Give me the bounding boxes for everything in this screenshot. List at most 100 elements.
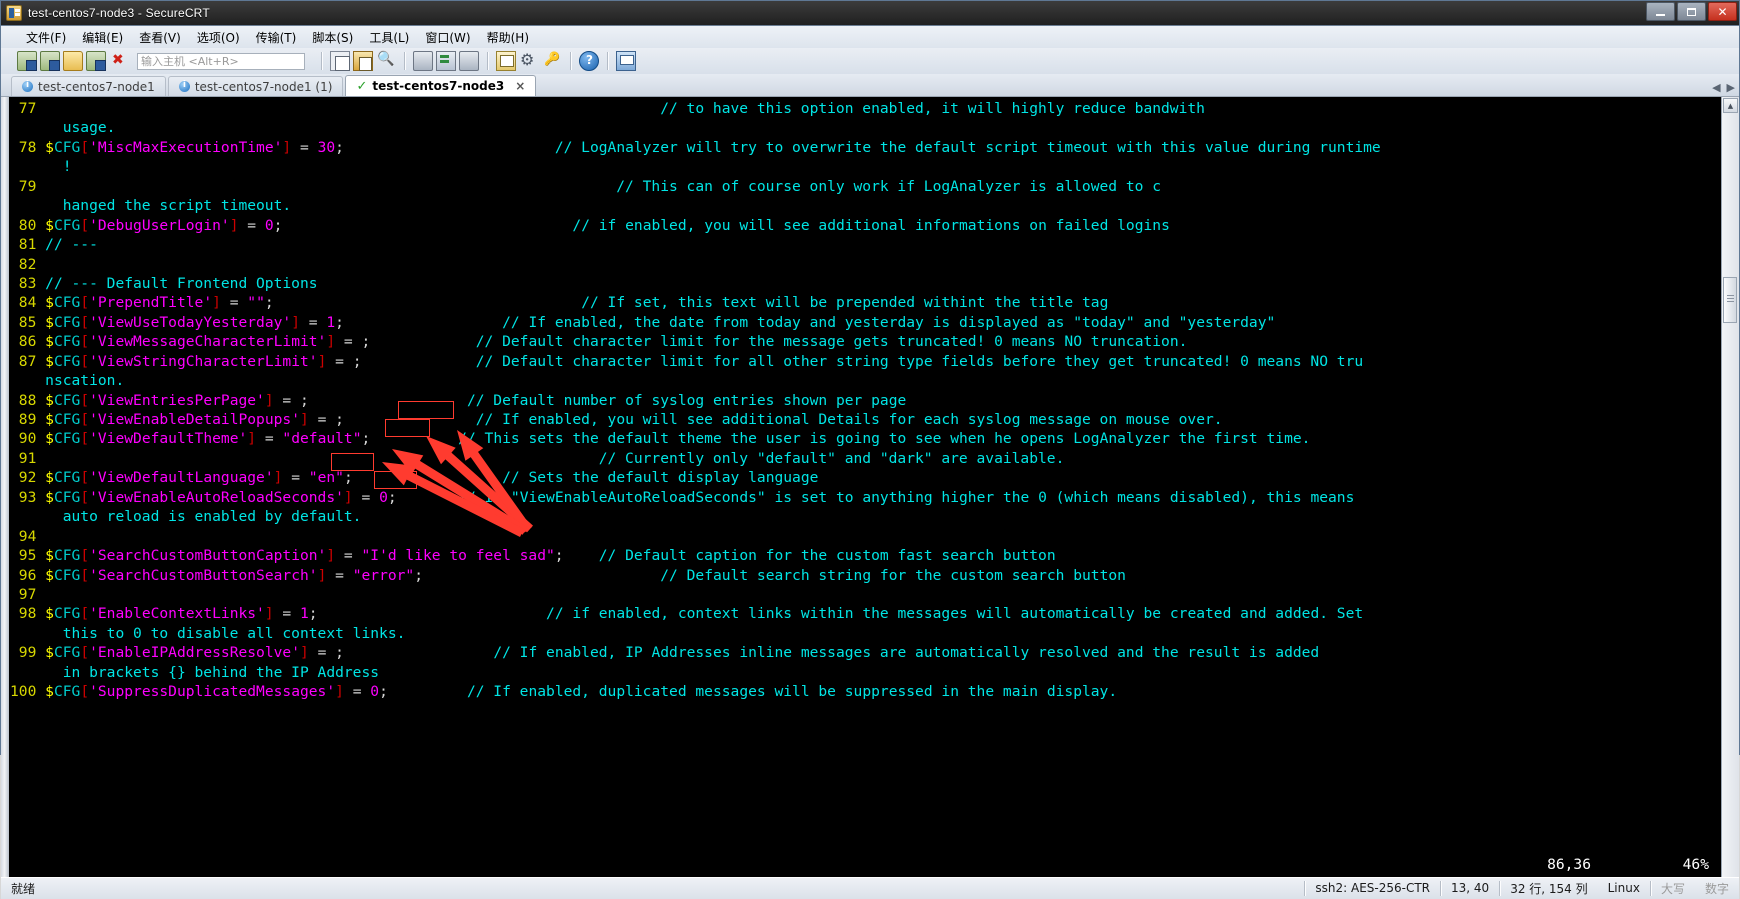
menu-item-edit[interactable]: 编辑(E): [75, 27, 130, 48]
scroll-up-arrow[interactable]: ▲: [1723, 98, 1738, 113]
tab-bar: test-centos7-node1 test-centos7-node1 (1…: [1, 74, 1739, 96]
line-number: 90: [10, 430, 46, 448]
tab-nav-right-icon[interactable]: ▶: [1727, 81, 1735, 94]
code-token: // If "ViewEnableAutoReloadSeconds" is s…: [458, 488, 1355, 506]
line-number: 82: [10, 255, 46, 273]
menu-item-help[interactable]: 帮助(H): [480, 27, 536, 48]
log-session-icon[interactable]: [436, 51, 456, 71]
chat-window-icon[interactable]: [616, 51, 636, 71]
status-platform: Linux: [1607, 881, 1640, 896]
global-options-icon[interactable]: [519, 50, 539, 71]
code-token: [: [80, 605, 90, 623]
menu-item-options[interactable]: 选项(O): [190, 27, 247, 48]
code-token: $: [45, 294, 54, 312]
line-number: 93: [10, 488, 46, 506]
tab-nav-left-icon[interactable]: ◀: [1712, 81, 1720, 94]
menu-item-window[interactable]: 窗口(W): [418, 27, 477, 48]
menu-bar: 文件(F) 编辑(E) 查看(V) 选项(O) 传输(T) 脚本(S) 工具(L…: [1, 26, 1739, 48]
code-token: [: [80, 547, 90, 565]
terminal-line: 85 $CFG['ViewUseTodayYesterday'] = 1; //…: [10, 313, 1721, 332]
new-session-icon[interactable]: [17, 51, 37, 71]
menu-item-tools[interactable]: 工具(L): [362, 27, 416, 48]
minimize-button[interactable]: [1646, 2, 1675, 21]
close-button[interactable]: ✕: [1708, 2, 1737, 21]
code-token: ]: [299, 644, 309, 662]
code-token: ;: [343, 469, 353, 487]
terminal-line: 84 $CFG['PrependTitle'] = ""; // If set,…: [10, 293, 1721, 312]
clone-session-icon[interactable]: [40, 51, 60, 71]
terminal-line: hanged the script timeout.: [10, 196, 1721, 215]
line-number-blank: [10, 508, 45, 525]
copy-icon[interactable]: [330, 51, 350, 71]
paste-icon[interactable]: [353, 51, 373, 71]
line-number: 95: [10, 547, 46, 565]
code-token: // Default character limit for all other…: [475, 352, 1364, 370]
menu-item-script[interactable]: 脚本(S): [305, 27, 360, 48]
new-tab-icon[interactable]: [63, 51, 83, 71]
code-token: ;: [352, 352, 362, 370]
terminal-line: in brackets {} behind the IP Address: [10, 663, 1721, 682]
code-token: // If enabled, you will see additional D…: [475, 411, 1223, 428]
code-token: CFG: [53, 430, 81, 448]
close-tab-icon[interactable]: ×: [515, 79, 525, 93]
code-token: ;: [361, 430, 371, 448]
code-token: "": [247, 294, 265, 312]
tab-test-centos7-node1-1[interactable]: test-centos7-node1 (1): [167, 76, 344, 96]
terminal-line: 88 $CFG['ViewEntriesPerPage'] = ; // Def…: [10, 391, 1721, 410]
tab-navigation: ◀ ▶: [1712, 81, 1735, 94]
tab-test-centos7-node1[interactable]: test-centos7-node1: [11, 76, 166, 96]
connect-sftp-icon[interactable]: [86, 51, 106, 71]
line-number: 86: [10, 333, 46, 351]
maximize-button[interactable]: [1677, 2, 1706, 21]
code-token: 'SearchCustomButtonCaption': [89, 547, 327, 565]
disconnect-icon[interactable]: [109, 51, 129, 71]
info-icon: [178, 80, 190, 92]
code-token: $: [45, 138, 54, 156]
code-token: // Default number of syslog entries show…: [466, 391, 907, 409]
print-selection-icon[interactable]: [459, 51, 479, 71]
code-token: ;: [387, 488, 397, 506]
code-token: // If set, this text will be prepended w…: [581, 294, 1109, 312]
find-icon[interactable]: [376, 51, 396, 71]
code-token: // --- Default Frontend Options: [45, 274, 318, 292]
code-token: 'ViewUseTodayYesterday': [89, 313, 292, 331]
terminal-scrollbar[interactable]: ▲: [1721, 97, 1739, 877]
print-icon[interactable]: [413, 51, 433, 71]
code-token: $: [45, 488, 54, 506]
session-options-icon[interactable]: [496, 51, 516, 71]
terminal-line: 96 $CFG['SearchCustomButtonSearch'] = "e…: [10, 566, 1721, 585]
terminal-line: 100 $CFG['SuppressDuplicatedMessages'] =…: [10, 682, 1721, 701]
host-input[interactable]: 输入主机 <Alt+R>: [137, 52, 305, 70]
code-token: [: [80, 216, 90, 234]
status-cursor-position: 13, 40: [1451, 881, 1490, 896]
status-caps-lock: 大写: [1660, 881, 1685, 896]
code-token: [: [80, 138, 90, 156]
code-token: 'ViewMessageCharacterLimit': [89, 333, 327, 351]
code-token: [: [80, 430, 90, 448]
scrollbar-thumb[interactable]: [1723, 277, 1737, 323]
code-token: CFG: [53, 391, 81, 409]
menu-item-view[interactable]: 查看(V): [132, 27, 188, 48]
code-token: // Currently only "default" and "dark" a…: [598, 449, 1065, 467]
terminal-screen[interactable]: 77 // to have this option enabled, it wi…: [10, 97, 1721, 877]
code-token: hanged the script timeout.: [45, 197, 292, 215]
code-token: [: [80, 294, 90, 312]
window-controls: ✕: [1646, 2, 1737, 21]
code-token: $: [45, 683, 54, 701]
menu-item-file[interactable]: 文件(F): [19, 27, 73, 48]
code-token: CFG: [53, 313, 81, 331]
tab-test-centos7-node3[interactable]: ✓ test-centos7-node3 ×: [345, 75, 537, 96]
terminal-line: 99 $CFG['EnableIPAddressResolve'] = ; //…: [10, 643, 1721, 662]
line-number: 98: [10, 605, 46, 623]
key-icon[interactable]: [542, 51, 562, 71]
help-icon[interactable]: [579, 51, 599, 71]
menu-item-transfer[interactable]: 传输(T): [249, 27, 304, 48]
code-token: $: [45, 333, 54, 351]
code-token: this to 0 to disable all context links.: [45, 624, 406, 642]
line-number-blank: [10, 625, 45, 642]
toolbar-separator-1: [321, 52, 322, 70]
code-token: =: [220, 294, 248, 312]
